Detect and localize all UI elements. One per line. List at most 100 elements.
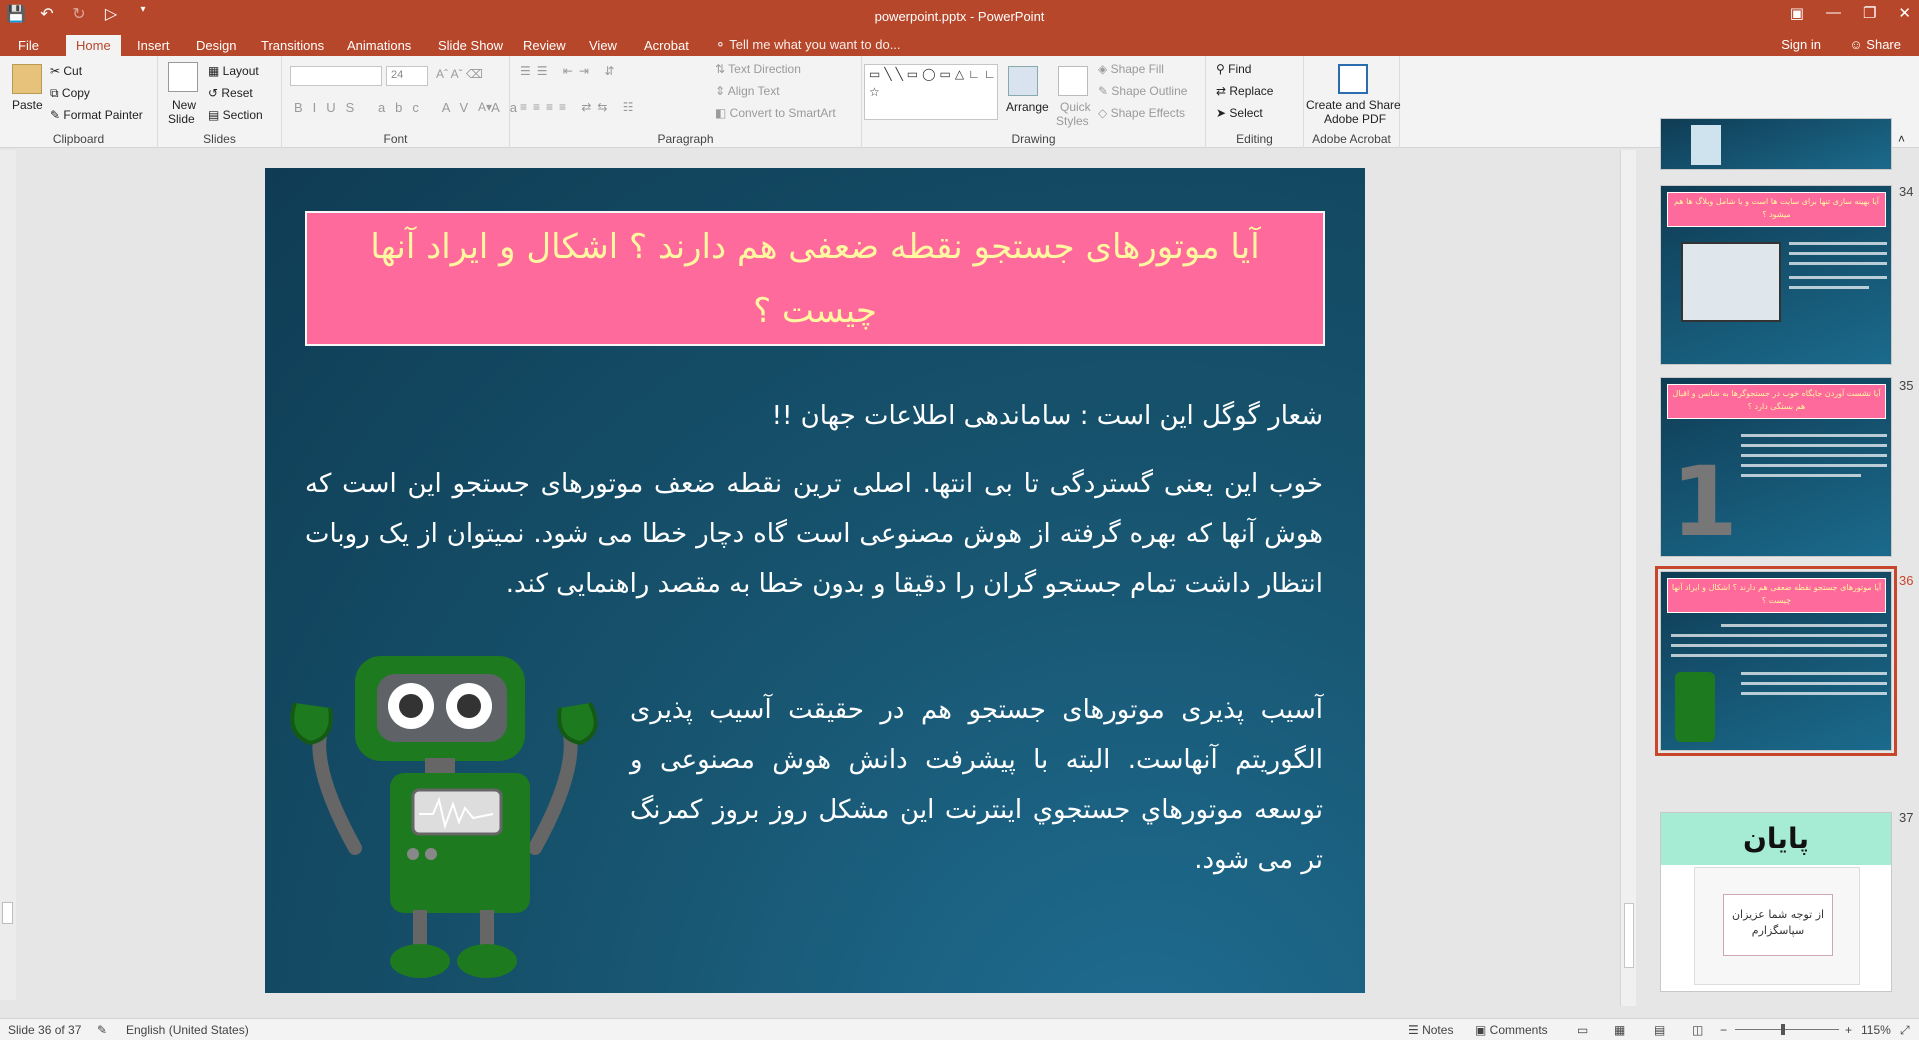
tab-design[interactable]: Design — [186, 35, 246, 56]
cut-button[interactable]: ✂ Cut — [50, 64, 82, 78]
create-pdf-label-2[interactable]: Adobe PDF — [1324, 112, 1386, 126]
paste-button[interactable]: Paste — [12, 98, 43, 112]
convert-smartart-button[interactable]: ◧ Convert to SmartArt — [715, 106, 836, 120]
effects-icon: ◇ — [1098, 106, 1111, 120]
shape-fill-button[interactable]: ◈ Shape Fill — [1098, 62, 1164, 76]
section-button[interactable]: ▤ Section — [208, 108, 263, 122]
shape-outline-button[interactable]: ✎ Shape Outline — [1098, 84, 1187, 98]
tab-home[interactable]: Home — [66, 35, 121, 56]
ribbon-display-icon[interactable]: ▣ — [1790, 4, 1804, 22]
quick-styles-icon[interactable] — [1058, 66, 1088, 96]
notes-button[interactable]: ☰ Notes — [1408, 1023, 1453, 1037]
editing-label: Editing — [1236, 132, 1273, 146]
ribbon-tabs: File Home Insert Design Transitions Anim… — [0, 32, 1919, 56]
restore-icon[interactable]: ❐ — [1863, 4, 1876, 22]
thumbnail-title: آیا نشست آوردن جایگاه خوب در جستجوگرها ب… — [1667, 384, 1886, 419]
tab-slide-show[interactable]: Slide Show — [428, 35, 513, 56]
slide-canvas[interactable]: آیا موتورهای جستجو نقطه ضعفی هم دارند ؟ … — [265, 168, 1365, 993]
arrange-button[interactable]: Arrange — [1006, 100, 1049, 114]
reset-button[interactable]: ↺ Reset — [208, 86, 253, 100]
slide-sorter-icon[interactable]: ▦ — [1614, 1023, 1625, 1037]
format-painter-button[interactable]: ✎ Format Painter — [50, 108, 143, 122]
slide-paragraph-3[interactable]: آسیب پذیری موتورهای جستجو هم در حقیقت آس… — [630, 685, 1323, 885]
slide-thumbnails-pane[interactable]: 34 آیا بهینه سازی تنها برای سایت ها است … — [1637, 118, 1919, 1008]
search-icon: ⚲ — [1216, 62, 1229, 76]
create-pdf-label-1[interactable]: Create and Share — [1306, 98, 1401, 112]
new-slide-label-1[interactable]: New — [172, 98, 196, 112]
shape-effects-button[interactable]: ◇ Shape Effects — [1098, 106, 1185, 120]
shapes-gallery[interactable]: ▭╲╲▭◯▭△∟∟⇨⇩△≀≀≀{}☆ — [864, 64, 998, 120]
replace-button[interactable]: ⇄ Replace — [1216, 84, 1273, 98]
zoom-in-icon[interactable]: + — [1845, 1023, 1852, 1037]
font-format-icons[interactable]: BIUS abc AV Aa — [294, 100, 527, 115]
paste-icon[interactable] — [12, 64, 42, 94]
tab-acrobat[interactable]: Acrobat — [634, 35, 699, 56]
zoom-slider[interactable] — [1735, 1029, 1839, 1030]
language-indicator[interactable]: English (United States) — [126, 1023, 249, 1037]
thumbnail-card-line-2: سپاسگزارم — [1751, 924, 1805, 937]
thumbnail-card-line-1: از توجه شما عزیزان — [1731, 908, 1825, 921]
pdf-icon[interactable] — [1338, 64, 1368, 94]
collapse-ribbon-icon[interactable]: ˄ — [1898, 132, 1905, 146]
robot-illustration[interactable] — [265, 648, 625, 988]
list-indent-icons[interactable]: ☰☰ ⇤⇥ ⇵ — [520, 64, 620, 78]
tab-animations[interactable]: Animations — [337, 35, 421, 56]
vertical-scrollbar[interactable] — [1620, 150, 1636, 1006]
grow-shrink-font-icons[interactable]: Aˆ Aˇ ⌫ — [436, 67, 483, 81]
window-title: powerpoint.pptx - PowerPoint — [874, 9, 1045, 24]
find-button[interactable]: ⚲ Find — [1216, 62, 1251, 76]
thumbnail-text-line — [1789, 262, 1887, 265]
fit-slide-icon[interactable]: ⤢ — [1900, 1023, 1910, 1038]
select-button[interactable]: ➤ Select — [1216, 106, 1263, 120]
new-slide-icon[interactable] — [168, 62, 198, 92]
slide-title[interactable]: آیا موتورهای جستجو نقطه ضعفی هم دارند ؟ … — [305, 211, 1325, 346]
font-name-field[interactable] — [290, 66, 382, 86]
reset-icon: ↺ — [208, 86, 222, 100]
slide-thumbnail-37[interactable]: پایان از توجه شما عزیزان سپاسگزارم — [1660, 812, 1892, 992]
reading-view-icon[interactable]: ▤ — [1654, 1023, 1665, 1037]
left-scrollbar[interactable] — [0, 150, 16, 1000]
slide-thumbnail-36-selected[interactable]: آیا موتورهای جستجو نقطه ضعفی هم دارند ؟ … — [1655, 566, 1897, 756]
minimize-icon[interactable]: — — [1826, 4, 1841, 22]
lightbulb-icon: ⚬ — [715, 37, 730, 52]
paragraph-label: Paragraph — [657, 132, 714, 146]
tab-file[interactable]: File — [8, 35, 49, 56]
tab-review[interactable]: Review — [513, 35, 576, 56]
slide-thumbnail-34[interactable]: آیا بهینه سازی تنها برای سایت ها است و ی… — [1660, 185, 1892, 365]
font-size-field[interactable]: 24 — [386, 66, 428, 86]
zoom-out-icon[interactable]: − — [1720, 1023, 1727, 1037]
tell-me-search[interactable]: ⚬ Tell me what you want to do... — [715, 37, 901, 53]
tab-transitions[interactable]: Transitions — [251, 35, 334, 56]
quick-styles-label-1[interactable]: Quick — [1060, 100, 1091, 114]
zoom-slider-thumb[interactable] — [1781, 1024, 1785, 1035]
font-color-icon[interactable]: A▾ — [478, 100, 492, 114]
text-direction-button[interactable]: ⇅ Text Direction — [715, 62, 801, 76]
replace-icon: ⇄ — [1216, 84, 1230, 98]
slide-paragraph-2[interactable]: خوب این یعنی گستردگی تا بی انتها. اصلی ت… — [305, 459, 1323, 609]
new-slide-label-2[interactable]: Slide — [168, 112, 195, 126]
left-scrollbar-thumb[interactable] — [2, 902, 13, 924]
clipboard-group: Paste ✂ Cut ⧉ Copy ✎ Format Painter Clip… — [0, 56, 158, 148]
spellcheck-icon[interactable]: ✎ — [97, 1023, 107, 1037]
slide-thumbnail-35[interactable]: آیا نشست آوردن جایگاه خوب در جستجوگرها ب… — [1660, 377, 1892, 557]
slideshow-view-icon[interactable]: ◫ — [1692, 1023, 1703, 1037]
quick-styles-label-2[interactable]: Styles — [1056, 114, 1089, 128]
arrange-icon[interactable] — [1008, 66, 1038, 96]
normal-view-icon[interactable]: ▭ — [1577, 1023, 1588, 1037]
slide-thumbnail-33[interactable] — [1660, 118, 1892, 170]
thumbnail-text-line — [1671, 644, 1887, 647]
zoom-level[interactable]: 115% — [1861, 1023, 1891, 1037]
close-icon[interactable]: ✕ — [1898, 4, 1911, 22]
layout-button[interactable]: ▦ Layout — [208, 64, 259, 78]
thumbnail-text-line — [1789, 252, 1887, 255]
share-button[interactable]: ☺ Share — [1849, 37, 1901, 52]
comments-button[interactable]: ▣ Comments — [1475, 1023, 1548, 1037]
alignment-icons[interactable]: ≡≡≡≡ ⇄⇆ ☷ — [520, 100, 640, 114]
tab-view[interactable]: View — [579, 35, 627, 56]
scrollbar-thumb[interactable] — [1624, 903, 1634, 968]
tab-insert[interactable]: Insert — [127, 35, 180, 56]
copy-button[interactable]: ⧉ Copy — [50, 86, 90, 101]
slide-paragraph-1[interactable]: شعار گوگل این است : ساماندهی اطلاعات جها… — [305, 401, 1323, 431]
sign-in-link[interactable]: Sign in — [1781, 37, 1821, 52]
align-text-button[interactable]: ⇕ Align Text — [715, 84, 780, 98]
